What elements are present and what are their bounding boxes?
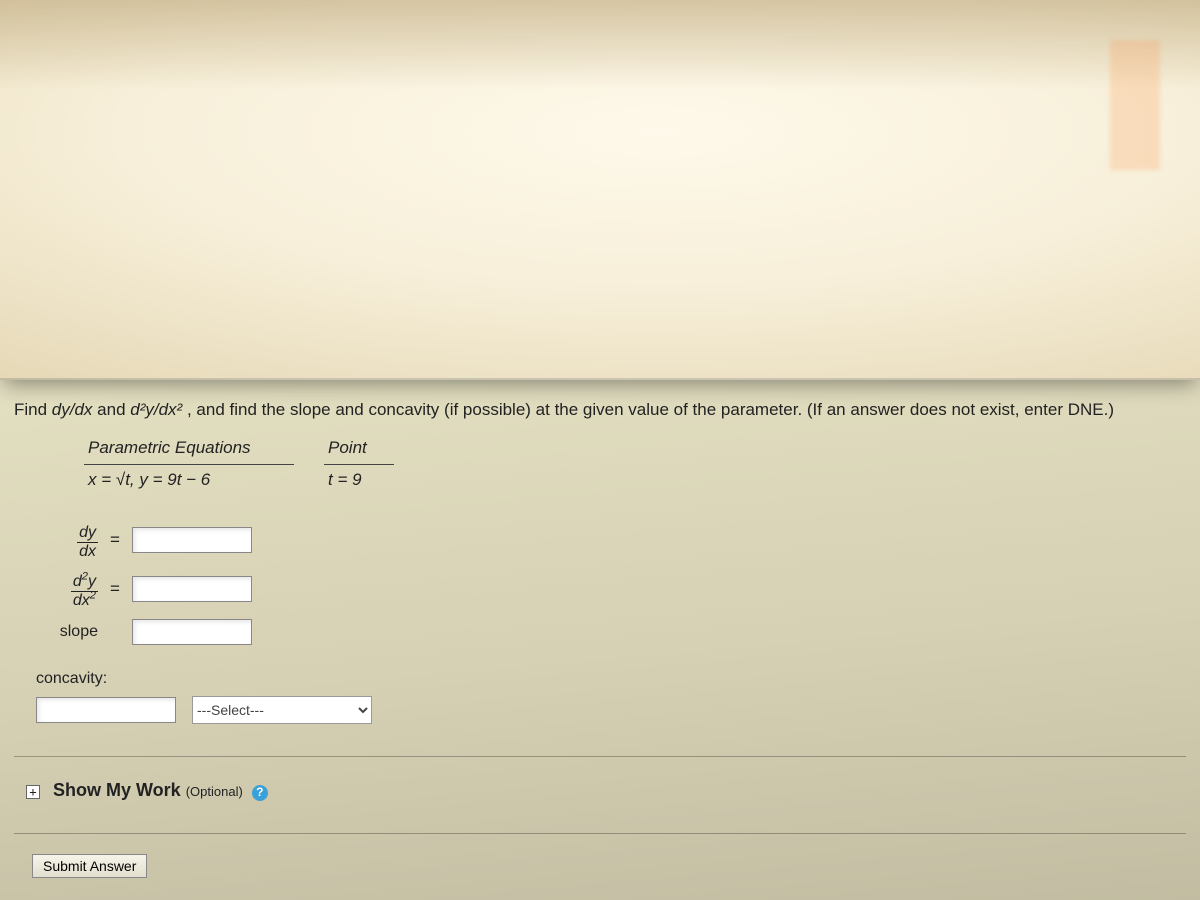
paper-photo-backdrop [0,0,1200,380]
input-dy-dx[interactable] [132,527,252,553]
divider-2 [14,833,1186,834]
select-concavity[interactable]: ---Select--- [192,696,372,724]
show-my-work-optional: (Optional) [186,784,243,799]
header-point: Point [324,433,394,466]
input-d2y-dx2[interactable] [132,576,252,602]
problem-body: Find dy/dx and d²y/dx² , and find the sl… [0,380,1200,889]
input-concavity[interactable] [36,697,176,723]
expand-icon[interactable]: + [26,785,40,799]
concavity-label: concavity: [36,667,1186,690]
equals-1: = [108,528,122,553]
concavity-block: concavity: ---Select--- [36,667,1186,724]
prompt-dy: dy/dx [52,400,93,419]
show-my-work-row[interactable]: + Show My Work (Optional) ? [26,777,1186,803]
show-my-work-title: Show My Work [53,780,181,800]
label-slope: slope [38,620,98,643]
equations-cell: x = √t, y = 9t − 6 [84,465,294,497]
label-dy-dx: dy dx [38,521,98,560]
prompt-text-and: and [97,400,130,419]
given-table: Parametric Equations Point x = √t, y = 9… [84,433,394,497]
submit-answer-button[interactable]: Submit Answer [32,854,147,878]
help-icon[interactable]: ? [252,785,268,801]
prompt-text-suffix: , and find the slope and concavity (if p… [187,400,1114,419]
prompt-text-prefix: Find [14,400,52,419]
equals-2: = [108,577,122,602]
label-d2y-dx2: d2y dx2 [38,570,98,609]
problem-prompt: Find dy/dx and d²y/dx² , and find the sl… [14,398,1186,423]
prompt-d2y: d²y/dx² [130,400,182,419]
input-slope[interactable] [132,619,252,645]
header-parametric: Parametric Equations [84,433,294,466]
answer-inputs: dy dx = d2y dx2 = slope [38,521,1186,645]
point-cell: t = 9 [324,465,394,497]
divider [14,756,1186,757]
